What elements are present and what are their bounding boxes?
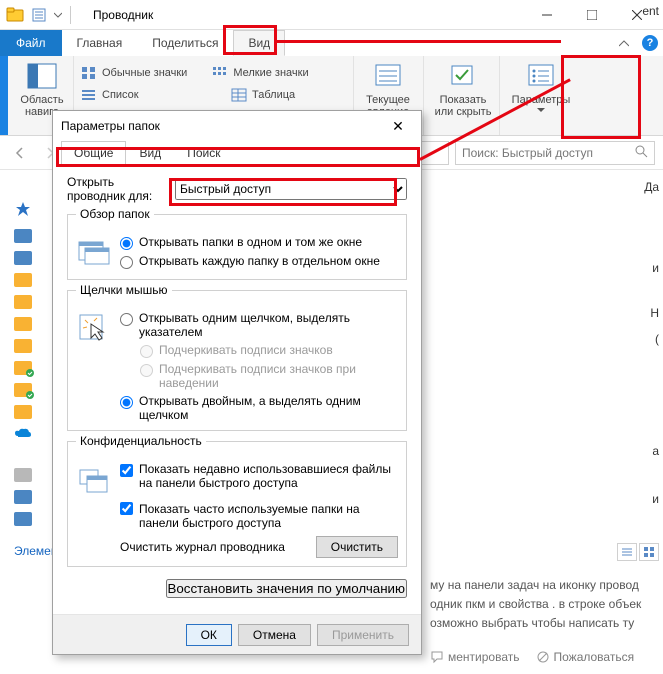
qat-dropdown-icon[interactable] bbox=[52, 4, 64, 26]
clear-history-label: Очистить журнал проводника bbox=[120, 540, 285, 554]
folder-icon[interactable] bbox=[14, 405, 32, 419]
dialog-title: Параметры папок bbox=[61, 119, 160, 133]
folder-icon[interactable] bbox=[14, 339, 32, 353]
cancel-button[interactable]: Отмена bbox=[238, 624, 311, 646]
search-icon bbox=[634, 144, 648, 161]
quick-access-toolbar bbox=[4, 4, 75, 26]
view-switcher bbox=[617, 543, 659, 561]
tab-home[interactable]: Главная bbox=[62, 30, 138, 56]
text-fragment: и bbox=[652, 492, 659, 506]
medium-icons-icon bbox=[80, 65, 98, 81]
nav-tree[interactable] bbox=[14, 200, 38, 526]
check-frequent-folders[interactable]: Показать часто используемые папки на пан… bbox=[120, 502, 398, 530]
radio-new-window[interactable]: Открывать каждую папку в отдельном окне bbox=[120, 254, 398, 269]
this-pc-icon[interactable] bbox=[14, 468, 32, 482]
folder-pinned-icon[interactable] bbox=[14, 361, 32, 375]
window-controls bbox=[524, 1, 659, 29]
collapse-ribbon-icon[interactable] bbox=[619, 38, 629, 52]
show-hide-icon bbox=[447, 60, 479, 92]
restore-defaults-button[interactable]: Восстановить значения по умолчанию bbox=[166, 579, 408, 598]
details-icon bbox=[230, 87, 248, 103]
search-placeholder: Поиск: Быстрый доступ bbox=[462, 146, 593, 160]
onedrive-icon[interactable] bbox=[14, 427, 38, 442]
navigation-pane-icon bbox=[26, 60, 58, 92]
click-behavior-group: Щелчки мышью Открывать одним щелчком, вы… bbox=[67, 290, 407, 431]
apply-button: Применить bbox=[317, 624, 409, 646]
sort-icon bbox=[372, 60, 404, 92]
folder-icon[interactable] bbox=[14, 251, 32, 265]
show-hide-button[interactable]: Показать или скрыть bbox=[430, 58, 496, 120]
ribbon-tabs: Файл Главная Поделиться Вид ? bbox=[0, 30, 663, 56]
radio-underline-hover: Подчеркивать подписи значков при наведен… bbox=[140, 362, 398, 390]
help-button[interactable]: ? bbox=[637, 30, 663, 56]
options-button[interactable]: Параметры bbox=[506, 58, 576, 115]
dialog-tab-view[interactable]: Вид bbox=[126, 141, 174, 165]
radio-double-click[interactable]: Открывать двойным, а выделять одним щелч… bbox=[120, 394, 398, 422]
titlebar: Проводник bbox=[0, 0, 663, 30]
search-box[interactable]: Поиск: Быстрый доступ bbox=[455, 141, 655, 165]
folder-icon[interactable] bbox=[14, 229, 32, 243]
ok-button[interactable]: ОК bbox=[186, 624, 232, 646]
open-explorer-select[interactable]: Быстрый доступ bbox=[175, 178, 407, 200]
back-button[interactable] bbox=[8, 141, 32, 165]
text-fragment: Н bbox=[650, 306, 659, 320]
layout-small-icons[interactable]: Мелкие значки bbox=[211, 62, 308, 84]
text-fragment: Да bbox=[644, 180, 659, 194]
check-recent-files[interactable]: Показать недавно использовавшиеся файлы … bbox=[120, 462, 398, 490]
click-icon bbox=[76, 311, 112, 347]
browse-folders-group: Обзор папок Открывать папки в одном и то… bbox=[67, 214, 407, 280]
radio-single-click[interactable]: Открывать одним щелчком, выделять указат… bbox=[120, 311, 398, 339]
radio-underline-always: Подчеркивать подписи значков bbox=[140, 343, 398, 358]
article-text-fragment: му на панели задач на иконку провод одни… bbox=[430, 576, 662, 634]
maximize-button[interactable] bbox=[569, 1, 614, 29]
large-icons-view-button[interactable] bbox=[639, 543, 659, 561]
text-fragment: и bbox=[652, 261, 659, 275]
radio-same-window[interactable]: Открывать папки в одном и том же окне bbox=[120, 235, 398, 250]
dialog-tab-search[interactable]: Поиск bbox=[174, 141, 233, 165]
tab-view[interactable]: Вид bbox=[233, 30, 285, 56]
open-explorer-label: Открыть проводник для: bbox=[67, 175, 167, 204]
small-icons-icon bbox=[211, 65, 229, 81]
browse-folders-icon bbox=[76, 235, 112, 271]
qat-properties-icon[interactable] bbox=[28, 4, 50, 26]
tab-file[interactable]: Файл bbox=[0, 30, 62, 56]
privacy-legend: Конфиденциальность bbox=[76, 434, 206, 448]
minimize-button[interactable] bbox=[524, 1, 569, 29]
privacy-group: Конфиденциальность Показать недавно испо… bbox=[67, 441, 407, 567]
article-meta: ментировать Пожаловаться bbox=[430, 650, 634, 664]
folder-icon[interactable] bbox=[14, 317, 32, 331]
folder-icon[interactable] bbox=[14, 273, 32, 287]
layout-normal-icons[interactable]: Обычные значки bbox=[80, 62, 187, 84]
details-view-button[interactable] bbox=[617, 543, 637, 561]
list-icon bbox=[80, 87, 98, 103]
click-behavior-legend: Щелчки мышью bbox=[76, 283, 172, 297]
complain-link[interactable]: Пожаловаться bbox=[536, 650, 635, 664]
dialog-close-button[interactable]: ✕ bbox=[383, 118, 413, 135]
layout-table[interactable]: Таблица bbox=[230, 84, 295, 106]
folder-icon[interactable] bbox=[14, 490, 32, 504]
text-fragment: ( bbox=[655, 332, 659, 346]
options-icon bbox=[525, 60, 557, 92]
dialog-buttons: ОК Отмена Применить bbox=[53, 614, 421, 654]
status-elements: Элемен bbox=[14, 544, 57, 558]
browse-folders-legend: Обзор папок bbox=[76, 207, 154, 221]
folder-pinned-icon[interactable] bbox=[14, 383, 32, 397]
dialog-tab-general[interactable]: Общие bbox=[61, 141, 126, 165]
comment-link[interactable]: ментировать bbox=[430, 650, 520, 664]
quick-access-icon[interactable] bbox=[14, 200, 38, 221]
explorer-icon bbox=[4, 4, 26, 26]
folder-icon[interactable] bbox=[14, 512, 32, 526]
privacy-icon bbox=[76, 462, 112, 498]
dialog-titlebar: Параметры папок ✕ bbox=[53, 111, 421, 141]
text-fragment: ent bbox=[642, 4, 659, 18]
layout-list[interactable]: Список bbox=[80, 84, 206, 106]
clear-button[interactable]: Очистить bbox=[316, 536, 398, 558]
window-title: Проводник bbox=[93, 8, 153, 22]
text-fragment: а bbox=[652, 444, 659, 458]
folder-options-dialog: Параметры папок ✕ Общие Вид Поиск Открыт… bbox=[52, 110, 422, 655]
dialog-tabs: Общие Вид Поиск bbox=[61, 141, 413, 165]
folder-icon[interactable] bbox=[14, 295, 32, 309]
tab-share[interactable]: Поделиться bbox=[137, 30, 233, 56]
